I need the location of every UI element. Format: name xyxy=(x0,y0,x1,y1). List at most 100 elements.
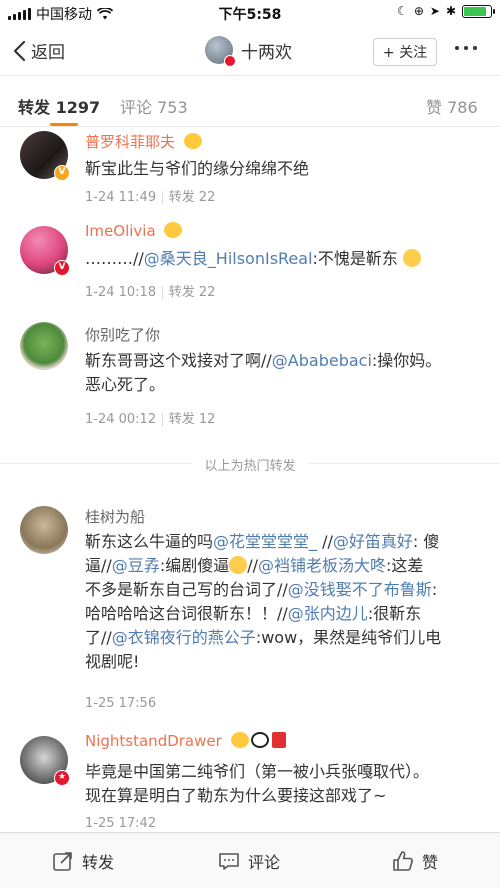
vip-emoji-icon xyxy=(183,133,202,153)
repost-label: 转发 xyxy=(82,853,115,872)
mention-link[interactable]: @花堂堂堂堂_ xyxy=(213,532,317,551)
like-button[interactable]: 赞 xyxy=(392,849,438,873)
repost-count[interactable]: 转发 12 xyxy=(169,412,216,427)
username-text: 普罗科菲耶夫 xyxy=(85,133,176,151)
mention-link[interactable]: @Ababebaci xyxy=(272,351,372,370)
text-segment: // xyxy=(317,532,333,551)
lock-rotation-icon: ⊕ xyxy=(413,4,424,18)
avatar[interactable]: V xyxy=(20,131,70,181)
text-segment: // xyxy=(247,556,258,575)
comment-icon xyxy=(219,853,239,870)
mention-link[interactable]: @桑天良_HilsonIsReal xyxy=(144,249,313,268)
mention-link[interactable]: @豆孨 xyxy=(112,556,160,575)
repost-icon xyxy=(53,852,72,871)
moon-icon: ☾ xyxy=(397,4,408,18)
comment-text: 靳东这么牛逼的吗@花堂堂堂堂_ //@好笛真好: 傻 逼//@豆孨:编剧傻逼//… xyxy=(85,530,480,674)
username-text: NightstandDrawer xyxy=(85,732,222,750)
username[interactable]: NightstandDrawer xyxy=(85,732,286,752)
mention-link[interactable]: @张内边儿 xyxy=(288,604,368,623)
text-segment: :这差 xyxy=(386,556,424,575)
text-line: 逼//@豆孨:编剧傻逼 //@裆铺老板汤大咚:这差 xyxy=(85,554,480,578)
timestamp: 1-24 10:18 xyxy=(85,285,157,300)
red-envelope-icon xyxy=(271,732,286,748)
comment-text: 靳宝此生与爷们的缘分绵绵不绝 xyxy=(85,159,310,178)
username[interactable]: 普罗科菲耶夫 xyxy=(85,131,202,153)
text-segment: :很靳东 xyxy=(367,604,422,623)
timestamp: 1-25 17:56 xyxy=(85,696,157,711)
text-segment: :编剧傻逼 xyxy=(159,556,230,575)
text-line: 视剧呢! xyxy=(85,652,140,671)
tab-bar: 转发 1297 评论 753 赞 786 xyxy=(0,77,500,127)
tab-like[interactable]: 赞 786 xyxy=(426,94,478,118)
mention-link[interactable]: @好笛真好 xyxy=(333,532,413,551)
comment-meta: 1-24 10:18 | 转发 22 xyxy=(85,285,216,300)
comment-label: 评论 xyxy=(248,853,281,872)
avatar[interactable]: V xyxy=(20,226,70,276)
back-button[interactable]: 返回 xyxy=(12,38,65,63)
avatar[interactable]: ★ xyxy=(20,736,70,786)
mention-link[interactable]: @没钱娶不了布鲁斯 xyxy=(288,580,432,599)
text-line: 现在算是明白了勒东为什么要接这部戏了~ xyxy=(85,786,387,805)
comment-text: 靳东哥哥这个戏接对了啊//@Ababebaci:操你妈。 恶心死了。 xyxy=(85,349,480,397)
more-dots-icon[interactable] xyxy=(455,46,477,50)
comment-meta: 1-24 00:12 | 转发 12 xyxy=(85,412,216,427)
like-label: 赞 xyxy=(422,853,439,872)
back-label: 返回 xyxy=(31,43,65,63)
verified-badge-icon: ★ xyxy=(54,770,70,786)
username-text: ImeOlivia xyxy=(85,222,156,240)
username[interactable]: 你别吃了你 xyxy=(85,324,160,345)
timestamp: 1-25 17:42 xyxy=(85,816,157,831)
battery-icon xyxy=(462,4,495,18)
like-icon xyxy=(393,851,413,871)
tab-repost[interactable]: 转发 1297 xyxy=(18,94,100,118)
text-line: 毕竟是中国第二纯爷们（第一被小兵张嘎取代）。 xyxy=(85,762,430,781)
avatar[interactable] xyxy=(20,506,68,554)
status-bar: 中国移动 下午5:58 ☾ ⊕ ➤ ✱ xyxy=(0,0,500,26)
comment-meta: 1-24 11:49 | 转发 22 xyxy=(85,190,216,205)
panda-icon xyxy=(250,732,269,748)
follow-button[interactable]: + 关注 xyxy=(373,38,437,66)
username[interactable]: 桂树为船 xyxy=(85,506,145,527)
text-segment: 哈哈哈哈这台词很靳东！！// xyxy=(85,604,288,623)
text-segment: : 傻 xyxy=(412,532,440,551)
comment-button[interactable]: 评论 xyxy=(218,849,280,873)
status-right: ☾ ⊕ ➤ ✱ xyxy=(397,4,495,18)
back-chevron-icon xyxy=(13,40,26,61)
text-line: 了//@衣锦夜行的燕公子:wow，果然是纯爷们儿电 xyxy=(85,626,480,650)
tab-active-indicator xyxy=(50,123,78,126)
text-segment: :wow，果然是纯爷们儿电 xyxy=(255,628,442,647)
timestamp: 1-24 11:49 xyxy=(85,190,157,205)
smile-emoji-icon xyxy=(403,249,422,267)
comment-text: ………//@桑天良_HilsonIsReal:不愧是靳东 xyxy=(85,247,480,271)
vip-emoji-icon xyxy=(164,222,183,242)
timestamp: 1-24 00:12 xyxy=(85,412,157,427)
username[interactable]: ImeOlivia xyxy=(85,222,183,242)
text-segment: : xyxy=(431,580,438,599)
verified-badge-icon: V xyxy=(54,260,70,276)
battery-fill xyxy=(464,6,487,16)
text-line: 哈哈哈哈这台词很靳东！！//@张内边儿:很靳东 xyxy=(85,602,480,626)
page-title: 十两欢 xyxy=(241,42,292,63)
text-segment: 靳东这么牛逼的吗 xyxy=(85,532,214,551)
text-line: 靳东哥哥这个戏接对了啊//@Ababebaci:操你妈。 xyxy=(85,349,480,373)
tab-comment[interactable]: 评论 753 xyxy=(120,94,188,118)
text-segment: 靳东哥哥这个戏接对了啊// xyxy=(85,351,272,370)
text-segment: ………// xyxy=(85,249,144,268)
verified-badge-icon xyxy=(224,55,236,67)
hot-divider-text: 以上为热门转发 xyxy=(192,459,308,474)
text-segment: 逼// xyxy=(85,556,112,575)
text-segment: :操你妈。 xyxy=(371,351,442,370)
avatar[interactable] xyxy=(20,322,68,370)
repost-count[interactable]: 转发 22 xyxy=(169,190,216,205)
text-line: 恶心死了。 xyxy=(85,375,166,394)
text-segment: 了// xyxy=(85,628,112,647)
mention-link[interactable]: @衣锦夜行的燕公子 xyxy=(112,628,256,647)
nav-profile[interactable]: 十两欢 xyxy=(205,36,292,67)
vip-emoji-icon xyxy=(230,732,249,752)
mention-link[interactable]: @裆铺老板汤大咚 xyxy=(258,556,386,575)
repost-count[interactable]: 转发 22 xyxy=(169,285,216,300)
avatar[interactable] xyxy=(205,36,236,67)
repost-button[interactable]: 转发 xyxy=(52,849,114,873)
cry-emoji-icon xyxy=(229,556,248,574)
location-icon: ➤ xyxy=(429,4,440,18)
